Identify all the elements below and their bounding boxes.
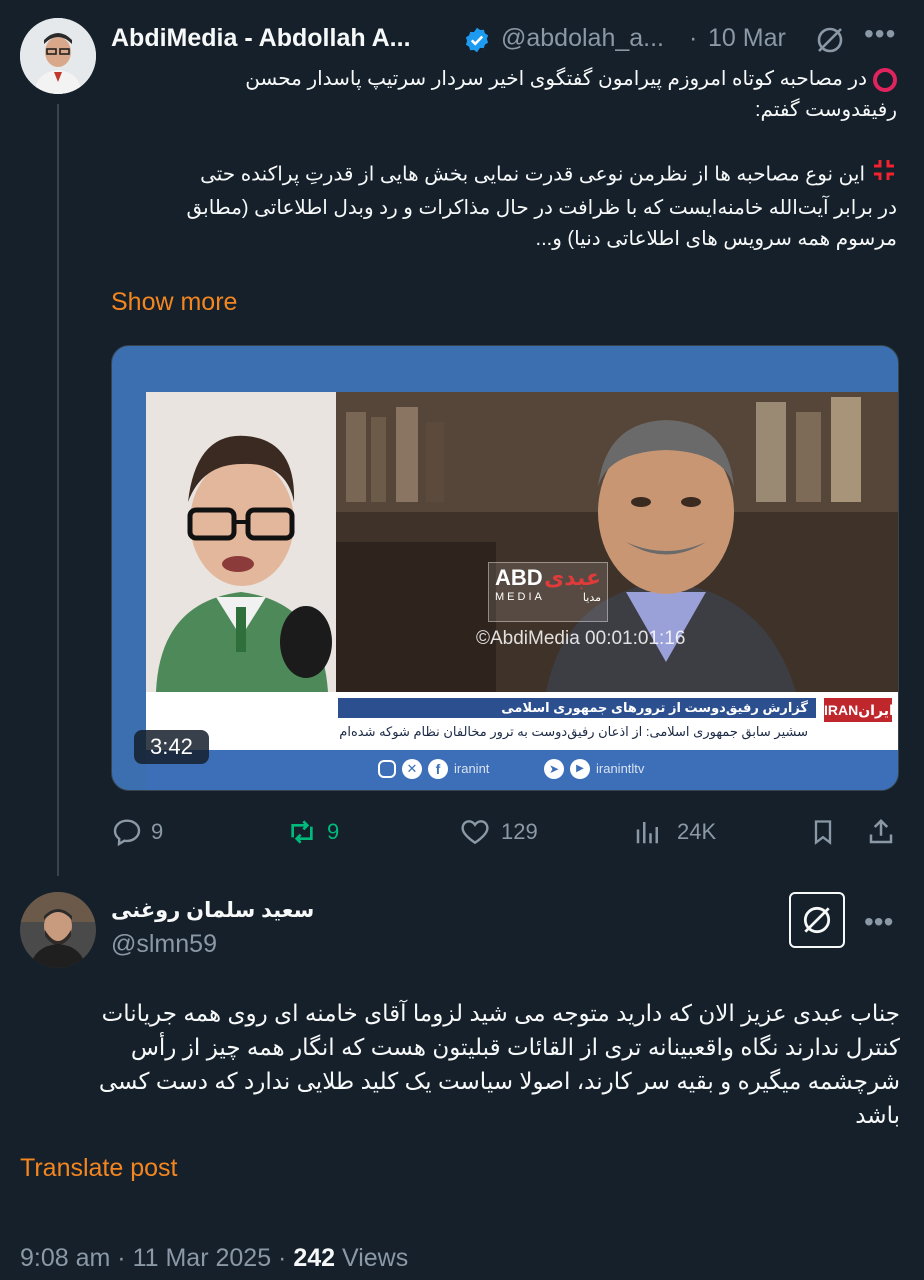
- tweet-text-line: در مصاحبه کوتاه امروزم پیرامون گفتگوی اخ…: [111, 64, 897, 95]
- channel-logo: IRANایران: [824, 698, 892, 722]
- reply-views-label: Views: [342, 1244, 409, 1272]
- reply-text-line3: شرچشمه میگیره و بقیه سر کارند، اصولا سیا…: [98, 1068, 900, 1094]
- action-bar: 9 9 129 24K: [111, 812, 897, 852]
- reply-meta: 9:08 am · 11 Mar 2025 · 242 Views: [20, 1244, 408, 1273]
- banner-headline: گزارش رفیق‌دوست از ترورهای جمهوری اسلامی: [338, 698, 816, 718]
- author-handle[interactable]: @abdolah_a...: [501, 24, 664, 53]
- reply-icon: [113, 819, 141, 847]
- logo-text-bottom: MEDIA: [495, 591, 545, 603]
- reply-date[interactable]: 11 Mar 2025: [133, 1244, 272, 1272]
- reply-more-options-icon[interactable]: •••: [864, 906, 893, 938]
- repost-button[interactable]: 9: [285, 812, 339, 852]
- video-duration: 3:42: [134, 730, 209, 764]
- dot-separator: ·: [278, 1244, 294, 1272]
- tweet-date[interactable]: 10 Mar: [708, 24, 786, 53]
- facebook-icon: f: [428, 759, 448, 779]
- instagram-icon: [378, 760, 396, 778]
- social-strip: ✕ f iranint ➤ ▶ iranintltv: [146, 750, 898, 790]
- reply-text-line4: باشد: [855, 1102, 900, 1128]
- red-circle-icon: [873, 67, 897, 92]
- views-button[interactable]: 24K: [633, 812, 716, 852]
- grok-icon[interactable]: [812, 22, 848, 58]
- tweet-text-line3: این نوع مصاحبه ها از نظرمن نوعی قدرت نما…: [200, 163, 865, 186]
- repost-icon: [291, 820, 313, 844]
- like-count: 129: [501, 819, 538, 844]
- reply-text: جناب عبدی عزیز الان که دارید متوجه می شی…: [20, 996, 900, 1132]
- heart-icon: [461, 820, 489, 845]
- tweet-text-line: این نوع مصاحبه ها از نظرمن نوعی قدرت نما…: [111, 157, 897, 193]
- video-player[interactable]: ABD عبدی MEDIA مدیا ©AbdiMedia 00:01:01:…: [111, 345, 899, 791]
- more-options-icon[interactable]: •••: [864, 18, 896, 50]
- verified-badge-icon: [463, 26, 491, 54]
- reply-author-name[interactable]: سعید سلمان روغنی: [111, 898, 314, 923]
- bookmark-button[interactable]: [805, 814, 841, 850]
- video-watermark: ©AbdiMedia 00:01:01:16: [476, 628, 686, 649]
- repost-count: 9: [327, 819, 340, 844]
- news-banner: گزارش رفیق‌دوست از ترورهای جمهوری اسلامی…: [146, 692, 898, 750]
- reply-count: 9: [151, 819, 164, 844]
- reply-button[interactable]: 9: [111, 812, 163, 852]
- logo-text-top-fa: عبدی: [544, 565, 601, 590]
- reply-text-line2: کنترل ندارند نگاه واقعبینانه تری از القا…: [130, 1034, 900, 1060]
- dot-separator: ·: [689, 24, 698, 52]
- like-button[interactable]: 129: [459, 812, 538, 852]
- social-handle-1: iranint: [454, 761, 490, 776]
- x-logo-icon: ✕: [402, 759, 422, 779]
- reply-author-handle[interactable]: @slmn59: [111, 930, 217, 959]
- tweet-text-line5: مرسوم همه سرویس های اطلاعاتی دنیا) و...: [535, 228, 897, 250]
- video-right-frame: ABD عبدی MEDIA مدیا ©AbdiMedia 00:01:01:…: [336, 392, 898, 692]
- analytics-icon: [636, 822, 658, 844]
- reply-text-line1: جناب عبدی عزیز الان که دارید متوجه می شی…: [101, 1000, 900, 1026]
- dot-separator: ·: [117, 1244, 133, 1272]
- logo-text-bottom-fa: مدیا: [582, 592, 601, 604]
- views-count: 24K: [677, 819, 717, 844]
- telegram-icon: ➤: [544, 759, 564, 779]
- youtube-icon: ▶: [570, 759, 590, 779]
- thread-line: [57, 104, 59, 876]
- share-button[interactable]: [863, 814, 899, 850]
- tweet-text-line2: رفیقدوست گفتم:: [754, 99, 897, 121]
- author-avatar[interactable]: [20, 18, 96, 94]
- bookmark-icon: [814, 820, 832, 845]
- grok-button[interactable]: [789, 892, 845, 948]
- grok-icon: [803, 906, 831, 934]
- share-icon: [869, 818, 893, 844]
- reply-time[interactable]: 9:08 am: [20, 1244, 110, 1272]
- video-left-frame: [146, 392, 336, 692]
- author-name[interactable]: AbdiMedia - Abdollah A...: [111, 24, 411, 53]
- logo-text-top: ABD: [495, 565, 543, 590]
- banner-subline: سشیر سابق جمهوری اسلامی: از اذعان رفیق‌د…: [339, 724, 808, 739]
- reply-views-count: 242: [293, 1244, 336, 1272]
- social-handle-2: iranintltv: [596, 761, 645, 776]
- show-more-link[interactable]: Show more: [111, 288, 237, 317]
- tweet-text-line1: در مصاحبه کوتاه امروزم پیرامون گفتگوی اخ…: [245, 68, 867, 90]
- abdimedia-logo: ABD عبدی MEDIA مدیا: [488, 562, 608, 622]
- reply-author-avatar[interactable]: [20, 892, 96, 968]
- tweet-text-line4: در برابر آیت‌الله خامنه‌ایست که با ظرافت…: [186, 197, 897, 219]
- tweet-text: در مصاحبه کوتاه امروزم پیرامون گفتگوی اخ…: [111, 64, 897, 255]
- anger-icon: [871, 157, 897, 193]
- translate-post-link[interactable]: Translate post: [20, 1154, 177, 1183]
